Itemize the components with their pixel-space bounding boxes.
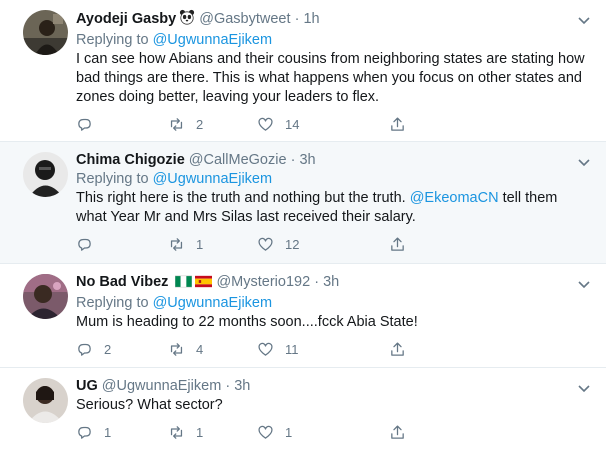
share-icon (391, 341, 404, 356)
reply-button[interactable] (76, 236, 168, 253)
avatar[interactable] (23, 10, 68, 55)
author-handle[interactable]: @Mysterio192 (216, 274, 310, 290)
retweet-button[interactable]: 1 (168, 236, 257, 253)
separator-dot: · (290, 152, 296, 168)
share-button[interactable] (389, 424, 406, 441)
panda-face-icon (179, 9, 195, 31)
tweet-ug[interactable]: UG @UgwunnaEjikem · 3h Serious? What sec… (0, 368, 606, 447)
author-name[interactable]: Chima Chigozie (76, 152, 185, 168)
timestamp[interactable]: 3h (234, 378, 250, 394)
tweet-no-bad-vibez[interactable]: No Bad Vibez @Mysterio192 · 3h Replying … (0, 264, 606, 368)
tweet-text: This right here is the truth and nothing… (76, 189, 592, 227)
tweet-header: Chima Chigozie @CallMeGozie · 3h (76, 151, 592, 170)
share-button[interactable] (389, 236, 406, 253)
replying-to: Replying to @UgwunnaEjikem (76, 294, 592, 313)
reply-button[interactable]: 1 (76, 424, 168, 441)
reply-icon (78, 426, 91, 439)
retweet-button[interactable]: 1 (168, 424, 257, 441)
author-handle[interactable]: @UgwunnaEjikem (102, 378, 222, 394)
retweet-icon (170, 237, 183, 251)
share-button[interactable] (389, 341, 406, 358)
replying-to-link[interactable]: @UgwunnaEjikem (153, 171, 273, 187)
reply-button[interactable]: 2 (76, 341, 168, 358)
author-name[interactable]: Ayodeji Gasby (76, 11, 176, 27)
heart-icon (258, 342, 273, 356)
retweet-count: 1 (196, 236, 204, 252)
retweet-icon (170, 342, 183, 356)
like-count: 12 (285, 236, 300, 252)
heart-icon (258, 425, 273, 439)
like-count: 14 (285, 116, 300, 132)
avatar[interactable] (23, 274, 68, 319)
share-button[interactable] (389, 116, 406, 133)
reply-count: 2 (104, 341, 112, 357)
tweet-actions: 2 4 11 (76, 332, 592, 366)
avatar[interactable] (23, 152, 68, 197)
retweet-count: 4 (196, 341, 204, 357)
timestamp[interactable]: 3h (323, 274, 339, 290)
author-name[interactable]: UG (76, 378, 98, 394)
retweet-button[interactable]: 4 (168, 341, 257, 358)
author-handle[interactable]: @Gasbytweet (199, 11, 290, 27)
share-icon (391, 236, 404, 251)
tweet-text: Serious? What sector? (76, 397, 223, 413)
like-button[interactable]: 14 (257, 116, 389, 133)
avatar[interactable] (23, 378, 68, 423)
tweet-ayodeji-gasby[interactable]: Ayodeji Gasby @Gasbytweet · 1h Replying … (0, 0, 606, 142)
like-button[interactable]: 11 (257, 341, 389, 358)
nigeria-flag-icon (175, 275, 193, 294)
author-name[interactable]: No Bad Vibez (76, 274, 168, 290)
tweet-header: No Bad Vibez @Mysterio192 · 3h (76, 273, 592, 294)
tweet-header: UG @UgwunnaEjikem · 3h (76, 377, 592, 396)
replying-to-link[interactable]: @UgwunnaEjikem (153, 32, 273, 48)
replying-prefix: Replying to (76, 295, 149, 311)
tweet-actions: 2 14 (76, 107, 592, 141)
replying-to-link[interactable]: @UgwunnaEjikem (153, 295, 273, 311)
like-count: 1 (285, 424, 293, 440)
tweet-text: I can see how Abians and their cousins f… (76, 51, 585, 105)
reply-count: 1 (104, 424, 112, 440)
heart-icon (258, 117, 273, 131)
tweet-text: Mum is heading to 22 months soon....fcck… (76, 314, 418, 330)
chevron-down-icon[interactable] (576, 154, 592, 170)
replying-prefix: Replying to (76, 32, 149, 48)
timestamp[interactable]: 1h (303, 11, 319, 27)
author-handle[interactable]: @CallMeGozie (189, 152, 287, 168)
retweet-icon (170, 117, 183, 131)
separator-dot: · (225, 378, 231, 394)
spain-flag-icon (195, 275, 213, 294)
reply-icon (78, 238, 91, 251)
replying-to: Replying to @UgwunnaEjikem (76, 31, 592, 50)
tweet-text-part: This right here is the truth and nothing… (76, 190, 410, 206)
share-icon (391, 424, 404, 439)
like-count: 11 (285, 341, 299, 357)
retweet-count: 1 (196, 424, 204, 440)
retweet-icon (170, 425, 183, 439)
tweet-header: Ayodeji Gasby @Gasbytweet · 1h (76, 9, 592, 31)
mention-link[interactable]: @EkeomaCN (410, 190, 499, 206)
chevron-down-icon[interactable] (576, 12, 592, 28)
timestamp[interactable]: 3h (299, 152, 315, 168)
like-button[interactable]: 1 (257, 424, 389, 441)
retweet-button[interactable]: 2 (168, 116, 257, 133)
heart-icon (258, 237, 273, 251)
replying-prefix: Replying to (76, 171, 149, 187)
chevron-down-icon[interactable] (576, 276, 592, 292)
retweet-count: 2 (196, 116, 204, 132)
reply-button[interactable] (76, 116, 168, 133)
like-button[interactable]: 12 (257, 236, 389, 253)
tweet-chima-chigozie[interactable]: Chima Chigozie @CallMeGozie · 3h Replyin… (0, 142, 606, 264)
reply-icon (78, 343, 91, 356)
chevron-down-icon[interactable] (576, 380, 592, 396)
separator-dot: · (294, 11, 300, 27)
reply-icon (78, 118, 91, 131)
tweet-actions: 1 1 1 (76, 415, 592, 449)
replying-to: Replying to @UgwunnaEjikem (76, 170, 592, 189)
tweet-actions: 1 12 (76, 227, 592, 261)
share-icon (391, 116, 404, 131)
separator-dot: · (314, 274, 320, 290)
